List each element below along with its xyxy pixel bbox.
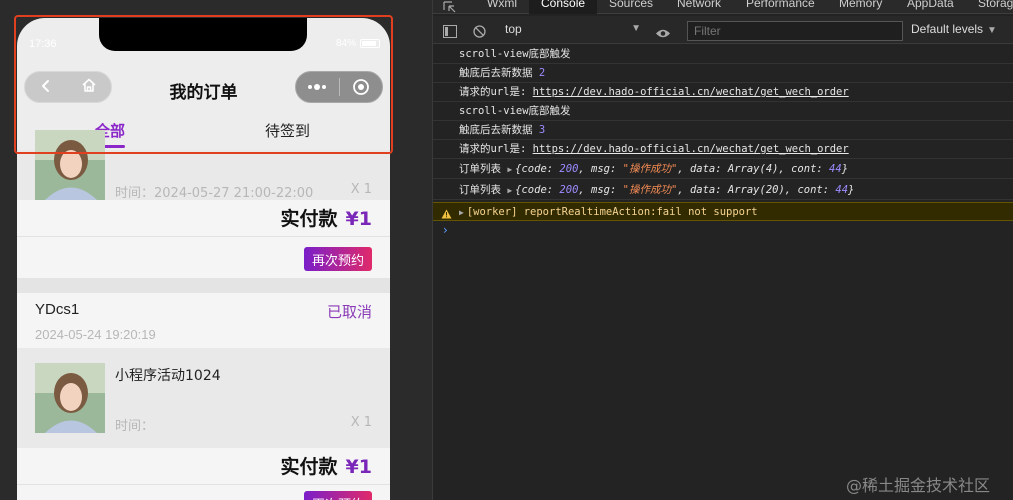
- order-footer: 实付款 ¥1 再次预约: [17, 448, 390, 500]
- pay-amount: ¥1: [345, 208, 372, 230]
- tab-appdata[interactable]: AppData: [907, 0, 954, 10]
- console-log-object[interactable]: 订单列表 ▶ {code: 200, msg: "操作成功", data: Arr…: [433, 181, 1013, 200]
- inspect-element-icon[interactable]: [443, 0, 457, 17]
- console-log-line: 触底后去新数据 3: [433, 121, 1013, 140]
- console-log-line: 请求的url是: https://dev.hado-official.cn/we…: [433, 140, 1013, 159]
- console-log-object[interactable]: 订单列表 ▶ {code: 200, msg: "操作成功", data: Arr…: [433, 160, 1013, 179]
- product-name: 小程序活动1024: [115, 368, 221, 384]
- close-miniprogram-button[interactable]: [340, 72, 383, 102]
- log-levels-dropdown[interactable]: Default levels ▼: [911, 22, 997, 36]
- console-warning[interactable]: ▶ [worker] reportRealtimeAction:fail not …: [433, 202, 1013, 221]
- phone-notch: [99, 18, 307, 51]
- tab-memory[interactable]: Memory: [839, 0, 882, 10]
- order-header[interactable]: YDcs1 已取消 2024-05-24 19:20:19: [17, 293, 390, 348]
- eye-icon[interactable]: [655, 24, 671, 43]
- expand-triangle-icon[interactable]: ▶: [459, 208, 464, 217]
- battery-percent: 84%: [335, 38, 356, 49]
- order-item-row[interactable]: 小程序活动1024 时间： X 1: [17, 348, 390, 448]
- order-item-qty: X 1: [350, 182, 372, 197]
- order-item-qty: X 1: [350, 415, 372, 430]
- console-prompt[interactable]: ›: [443, 223, 448, 237]
- order-status: 已取消: [326, 303, 372, 321]
- product-thumbnail: [35, 363, 105, 433]
- order-list[interactable]: 时间：2024-05-27 21:00-22:00 X 1 实付款 ¥1 再次预…: [17, 130, 390, 500]
- menu-capsule: [295, 71, 383, 103]
- tab-console[interactable]: Console: [529, 0, 598, 14]
- order-separator: [17, 278, 390, 293]
- tab-sources[interactable]: Sources: [609, 0, 653, 10]
- log-levels-value: Default levels: [911, 22, 984, 36]
- expand-triangle-icon[interactable]: ▶: [507, 186, 512, 195]
- clear-console-icon[interactable]: [473, 23, 486, 42]
- expand-triangle-icon[interactable]: ▶: [507, 165, 512, 174]
- more-dots-icon: [308, 84, 327, 90]
- order-item-time: 时间：: [115, 419, 155, 434]
- target-circle-icon: [352, 79, 369, 95]
- battery-icon: [360, 39, 380, 48]
- devtools-panel: Wxml Console Sources Network Performance…: [432, 0, 1013, 500]
- phone-screen: 17:36 84% 我的订单 全部 待签到 时间：2024-05-27 21:0…: [17, 18, 390, 500]
- order-item-time: 时间：2024-05-27 21:00-22:00: [115, 186, 314, 201]
- footer-divider: [17, 484, 390, 485]
- rebook-button[interactable]: 再次预约: [304, 491, 372, 500]
- navigation-bar: 我的订单: [17, 70, 390, 110]
- tab-pending-checkin[interactable]: 待签到: [265, 120, 310, 141]
- context-caret-icon: ▼: [631, 23, 641, 34]
- log-url-link[interactable]: https://dev.hado-official.cn/wechat/get_…: [533, 143, 849, 155]
- levels-caret-icon: ▼: [987, 25, 997, 36]
- log-url-link[interactable]: https://dev.hado-official.cn/wechat/get_…: [533, 86, 849, 98]
- tab-storage[interactable]: Storag: [978, 0, 1013, 10]
- console-log-line: scroll-view底部触发: [433, 45, 1013, 64]
- shop-name: YDcs1: [35, 301, 80, 318]
- order-item-row[interactable]: 时间：2024-05-27 21:00-22:00 X 1: [17, 130, 390, 201]
- console-filter-input[interactable]: [687, 21, 903, 41]
- tab-network[interactable]: Network: [677, 0, 721, 10]
- console-toolbar: top ▼ Default levels▼: [433, 16, 1013, 44]
- context-value: top: [505, 22, 522, 36]
- context-selector[interactable]: top ▼: [505, 22, 641, 40]
- tab-pending-label: 待签到: [265, 122, 311, 140]
- footer-divider: [17, 236, 390, 237]
- payment-summary: 实付款 ¥1: [281, 204, 372, 231]
- tab-performance[interactable]: Performance: [746, 0, 815, 10]
- watermark: @稀土掘金技术社区: [846, 476, 991, 495]
- rebook-button[interactable]: 再次预约: [304, 247, 372, 271]
- devtools-tab-bar: Wxml Console Sources Network Performance…: [433, 0, 1013, 14]
- status-bar-right: 84%: [336, 38, 380, 49]
- pay-amount: ¥1: [345, 456, 372, 478]
- sidebar-toggle-icon[interactable]: [443, 23, 457, 42]
- console-log-line: 请求的url是: https://dev.hado-official.cn/we…: [433, 83, 1013, 102]
- pay-label: 实付款: [280, 456, 338, 478]
- more-button[interactable]: [296, 72, 339, 102]
- product-thumbnail: [35, 130, 105, 200]
- order-date: 2024-05-24 19:20:19: [35, 327, 156, 342]
- pay-label: 实付款: [280, 208, 338, 230]
- payment-summary: 实付款 ¥1: [281, 452, 372, 479]
- tab-wxml[interactable]: Wxml: [487, 0, 517, 10]
- console-log-line: scroll-view底部触发: [433, 102, 1013, 121]
- order-footer: 实付款 ¥1 再次预约: [17, 200, 390, 278]
- status-time: 17:36: [29, 38, 57, 50]
- console-log-line: 触底后去新数据 2: [433, 64, 1013, 83]
- simulator-panel: 17:36 84% 我的订单 全部 待签到 时间：2024-05-27 21:0…: [0, 0, 432, 500]
